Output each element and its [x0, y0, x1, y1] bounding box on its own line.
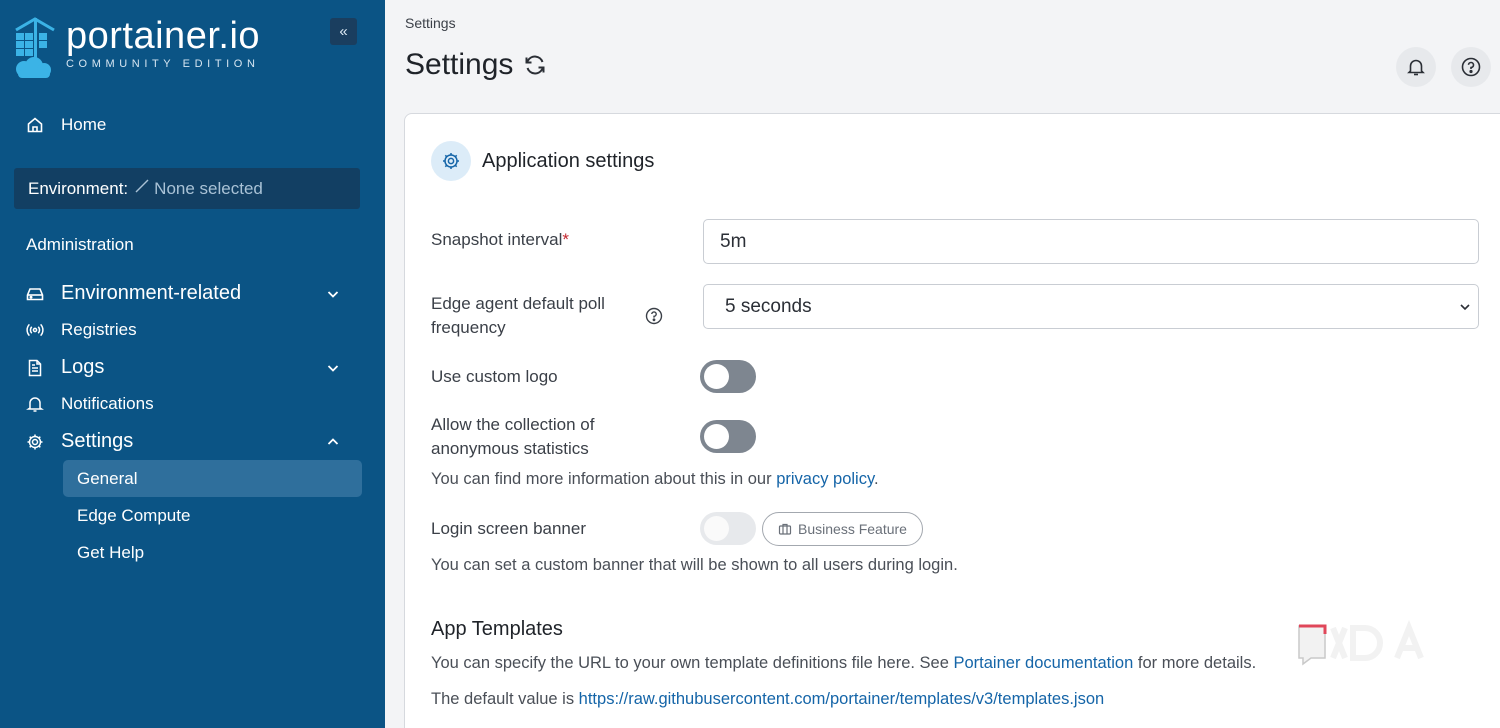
portainer-logo[interactable]: portainer.io COMMUNITY EDITION: [12, 16, 260, 80]
portainer-documentation-link[interactable]: Portainer documentation: [954, 654, 1134, 672]
chevron-down-icon: [1460, 303, 1470, 310]
sidebar-item-home[interactable]: Home: [26, 115, 106, 135]
breadcrumb[interactable]: Settings: [405, 15, 456, 31]
card-title: Application settings: [482, 149, 655, 172]
refresh-icon[interactable]: [523, 53, 547, 77]
bell-icon: [26, 395, 44, 413]
sidebar: portainer.io COMMUNITY EDITION « Home En…: [0, 0, 385, 728]
administration-heading: Administration: [26, 235, 134, 254]
help-circle-icon[interactable]: [645, 307, 663, 325]
sidebar-item-label: Environment-related: [61, 282, 242, 304]
anon-stats-toggle[interactable]: [700, 420, 756, 453]
templates-help-text: You can specify the URL to your own temp…: [431, 654, 1256, 673]
broadcast-icon: [26, 321, 44, 339]
anon-stats-label-line1: Allow the collection of: [431, 415, 595, 434]
sidebar-item-label: Home: [61, 115, 107, 134]
sidebar-item-logs[interactable]: Logs: [26, 356, 104, 379]
chevron-up-icon[interactable]: [325, 434, 341, 450]
templates-text: You can specify the URL to your own temp…: [431, 654, 954, 672]
sidebar-subitem-general[interactable]: General: [63, 460, 362, 497]
business-feature-badge: Business Feature: [762, 512, 923, 546]
sidebar-item-label: Notifications: [61, 394, 154, 413]
portainer-logo-icon: [15, 17, 55, 78]
gear-icon: [26, 433, 44, 451]
chevron-down-icon[interactable]: [325, 360, 341, 376]
sidebar-subitem-edge-compute[interactable]: Edge Compute: [63, 497, 362, 534]
privacy-end: .: [874, 470, 879, 488]
environment-label: Environment:: [28, 178, 129, 198]
anon-stats-label: Allow the collection of anonymous statis…: [431, 413, 594, 461]
edge-poll-label-line2: frequency: [431, 318, 506, 337]
page-title: Settings: [405, 48, 547, 82]
sidebar-item-label: Registries: [61, 320, 137, 339]
slash-icon: [134, 178, 150, 199]
environment-selector[interactable]: Environment: None selected: [14, 168, 360, 209]
default-url-text: The default value is https://raw.githubu…: [431, 690, 1104, 709]
chevron-down-icon[interactable]: [325, 286, 341, 302]
sidebar-item-registries[interactable]: Registries: [26, 320, 137, 340]
snapshot-interval-label-text: Snapshot interval: [431, 230, 563, 249]
templates-end: for more details.: [1133, 654, 1257, 672]
login-banner-label: Login screen banner: [431, 519, 587, 538]
default-prefix: The default value is: [431, 690, 579, 708]
drive-icon: [26, 285, 44, 303]
page-title-text: Settings: [405, 48, 514, 81]
custom-logo-label: Use custom logo: [431, 367, 558, 386]
sidebar-item-label: Logs: [61, 356, 105, 378]
default-templates-url-link[interactable]: https://raw.githubusercontent.com/portai…: [579, 690, 1105, 708]
gear-icon: [431, 141, 471, 181]
sidebar-item-label: Settings: [61, 430, 134, 452]
privacy-info-text: You can find more information about this…: [431, 470, 879, 489]
main-content: Settings Settings Application settings S…: [385, 0, 1500, 728]
file-text-icon: [26, 359, 44, 377]
edge-poll-label-line1: Edge agent default poll: [431, 294, 605, 313]
briefcase-icon: [778, 523, 792, 535]
xda-watermark-logo: [1298, 620, 1424, 666]
snapshot-interval-input[interactable]: 5m: [703, 219, 1479, 264]
sidebar-item-notifications[interactable]: Notifications: [26, 394, 154, 414]
edge-poll-selected-value: 5 seconds: [725, 295, 812, 317]
app-templates-title: App Templates: [431, 618, 563, 640]
edge-poll-label: Edge agent default poll frequency: [431, 292, 605, 340]
notifications-button[interactable]: [1396, 47, 1436, 87]
edge-poll-frequency-select[interactable]: 5 seconds: [703, 284, 1479, 329]
custom-logo-toggle[interactable]: [700, 360, 756, 393]
required-marker: *: [562, 230, 569, 249]
privacy-policy-link[interactable]: privacy policy: [776, 470, 874, 488]
banner-help-text: You can set a custom banner that will be…: [431, 556, 958, 574]
help-circle-icon: [1461, 57, 1481, 77]
collapse-sidebar-button[interactable]: «: [330, 18, 357, 45]
login-banner-toggle[interactable]: [700, 512, 756, 545]
business-feature-text: Business Feature: [798, 521, 907, 537]
bell-icon: [1407, 59, 1425, 76]
logo-edition: COMMUNITY EDITION: [66, 58, 260, 70]
sidebar-item-settings[interactable]: Settings: [26, 430, 133, 453]
sidebar-item-environment-related[interactable]: Environment-related: [26, 282, 241, 305]
environment-value: None selected: [154, 178, 263, 198]
card-header: Application settings: [431, 141, 654, 181]
anon-stats-label-line2: anonymous statistics: [431, 439, 589, 458]
privacy-text: You can find more information about this…: [431, 470, 777, 488]
home-icon: [26, 116, 44, 134]
snapshot-interval-label: Snapshot interval*: [431, 228, 569, 252]
sidebar-subitem-get-help[interactable]: Get Help: [63, 534, 362, 571]
logo-name: portainer.io: [66, 15, 261, 57]
help-button[interactable]: [1451, 47, 1491, 87]
